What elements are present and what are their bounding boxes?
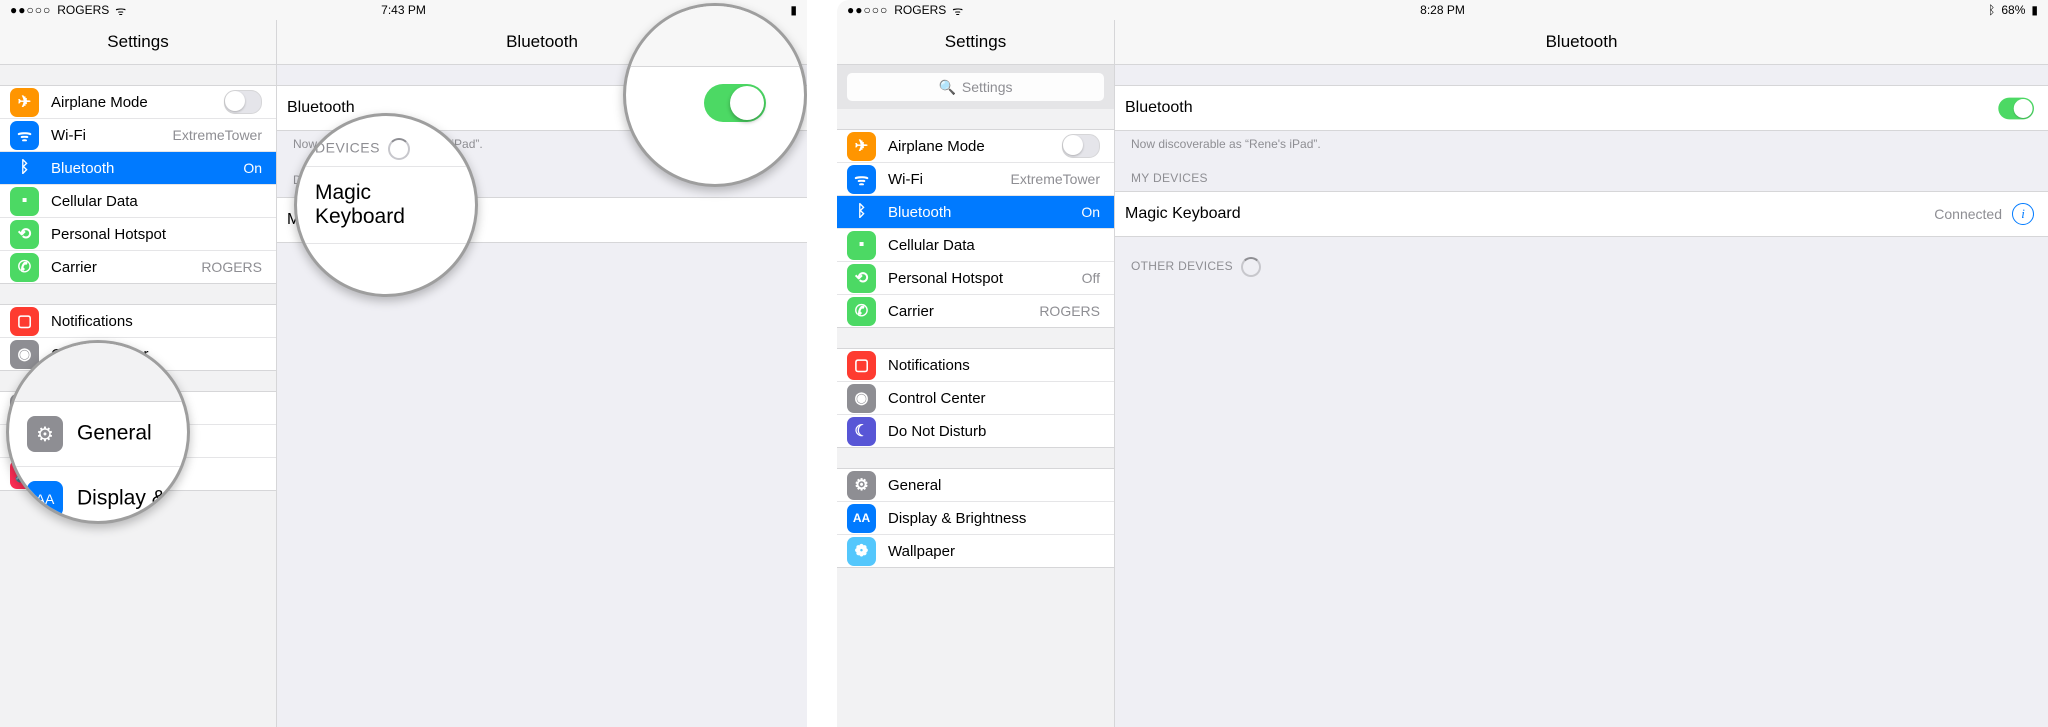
detail-pane: Bluetooth Bluetooth Now discoverable as … (1115, 20, 2048, 727)
spinner-icon (388, 138, 410, 160)
bluetooth-icon: ᛒ (847, 198, 876, 227)
clock: 7:43 PM (381, 3, 426, 17)
my-devices-header: MY DEVICES (1115, 151, 2048, 191)
battery-icon: ▮ (2031, 3, 2038, 17)
sidebar-item-dnd[interactable]: ☾Do Not Disturb (837, 414, 1114, 447)
antenna-icon: ▪ (847, 231, 876, 260)
phone-icon: ✆ (847, 297, 876, 326)
sidebar-item-wifi[interactable]: ᯤWi-FiExtremeTower (0, 118, 276, 151)
spinner-icon (1241, 257, 1261, 277)
detail-title: Bluetooth (1115, 20, 2048, 65)
info-icon[interactable]: i (2012, 203, 2034, 225)
sidebar-item-airplane[interactable]: ✈Airplane Mode (837, 130, 1114, 162)
wifi-icon: ᯤ (952, 2, 963, 19)
sidebar-item-wifi[interactable]: ᯤWi-FiExtremeTower (837, 162, 1114, 195)
sidebar-item-carrier[interactable]: ✆CarrierROGERS (837, 294, 1114, 327)
device-row-zoom: Magic Keyboard (297, 166, 475, 244)
sidebar-item-cellular[interactable]: ▪Cellular Data (0, 184, 276, 217)
phone-icon: ✆ (10, 253, 39, 282)
airplane-switch[interactable] (224, 90, 262, 114)
bluetooth-icon: ᛒ (10, 154, 39, 183)
screenshot-right: ●●○○○ ROGERS ᯤ 8:28 PM ᛒ 68% ▮ Settings … (837, 0, 2048, 727)
status-bar: ●●○○○ ROGERS ᯤ 8:28 PM ᛒ 68% ▮ (837, 0, 2048, 20)
notifications-icon: ▢ (10, 307, 39, 336)
sidebar-item-notifications[interactable]: ▢Notifications (0, 305, 276, 337)
bluetooth-status-icon: ᛒ (1988, 3, 1995, 17)
sidebar-item-bluetooth[interactable]: ᛒBluetoothOn (0, 151, 276, 184)
callout-bluetooth-switch (623, 3, 807, 187)
wifi-icon: ᯤ (115, 2, 126, 19)
wallpaper-icon: ❁ (847, 537, 876, 566)
bluetooth-switch[interactable] (1998, 97, 2034, 119)
device-row[interactable]: Magic KeyboardConnectedi (1115, 192, 2048, 236)
wifi-icon: ᯤ (10, 121, 39, 150)
moon-icon: ☾ (847, 417, 876, 446)
carrier-name: ROGERS (894, 3, 946, 17)
airplane-icon: ✈ (10, 88, 39, 117)
hotspot-icon: ⟲ (847, 264, 876, 293)
bluetooth-toggle-row[interactable]: Bluetooth (1115, 86, 2048, 130)
sidebar-item-control-center[interactable]: ◉Control Center (837, 381, 1114, 414)
search-icon: 🔍 (938, 79, 955, 96)
bluetooth-switch-zoom (704, 84, 766, 122)
control-center-icon: ◉ (847, 384, 876, 413)
screenshot-left: ●●○○○ ROGERS ᯤ 7:43 PM ▮ Settings ✈Airpl… (0, 0, 807, 727)
sidebar-item-carrier[interactable]: ✆CarrierROGERS (0, 250, 276, 283)
signal-dots: ●●○○○ (10, 3, 51, 17)
callout-devices: DEVICES Magic Keyboard (294, 113, 478, 297)
discoverable-caption: Now discoverable as “Rene's iPad”. (1115, 131, 2048, 151)
sidebar: Settings 🔍Settings ✈Airplane Mode ᯤWi-Fi… (837, 20, 1115, 727)
notifications-icon: ▢ (847, 351, 876, 380)
search-input[interactable]: 🔍Settings (847, 73, 1104, 101)
gear-icon: ⚙ (27, 416, 63, 452)
carrier-name: ROGERS (57, 3, 109, 17)
sidebar-item-hotspot[interactable]: ⟲Personal HotspotOff (837, 261, 1114, 294)
airplane-switch[interactable] (1062, 134, 1100, 158)
sidebar-title: Settings (837, 20, 1114, 65)
display-icon: AA (847, 504, 876, 533)
signal-dots: ●●○○○ (847, 3, 888, 17)
battery-pct: 68% (2001, 3, 2025, 17)
airplane-icon: ✈ (847, 132, 876, 161)
sidebar-item-hotspot[interactable]: ⟲Personal Hotspot (0, 217, 276, 250)
sidebar-item-bluetooth[interactable]: ᛒBluetoothOn (837, 195, 1114, 228)
antenna-icon: ▪ (10, 187, 39, 216)
general-row-zoom: ⚙General (9, 402, 187, 467)
wifi-icon: ᯤ (847, 165, 876, 194)
sidebar-item-display[interactable]: AADisplay & Brightness (837, 501, 1114, 534)
sidebar-title: Settings (0, 20, 276, 65)
clock: 8:28 PM (1420, 3, 1465, 17)
sidebar-item-general[interactable]: ⚙General (837, 469, 1114, 501)
sidebar-item-cellular[interactable]: ▪Cellular Data (837, 228, 1114, 261)
sidebar-item-notifications[interactable]: ▢Notifications (837, 349, 1114, 381)
sidebar-item-airplane[interactable]: ✈Airplane Mode (0, 86, 276, 118)
other-devices-header: OTHER DEVICES (1115, 237, 2048, 283)
sidebar-item-wallpaper[interactable]: ❁Wallpaper (837, 534, 1114, 567)
gear-icon: ⚙ (847, 471, 876, 500)
hotspot-icon: ⟲ (10, 220, 39, 249)
callout-general: ⚙General AADisplay & (6, 340, 190, 524)
